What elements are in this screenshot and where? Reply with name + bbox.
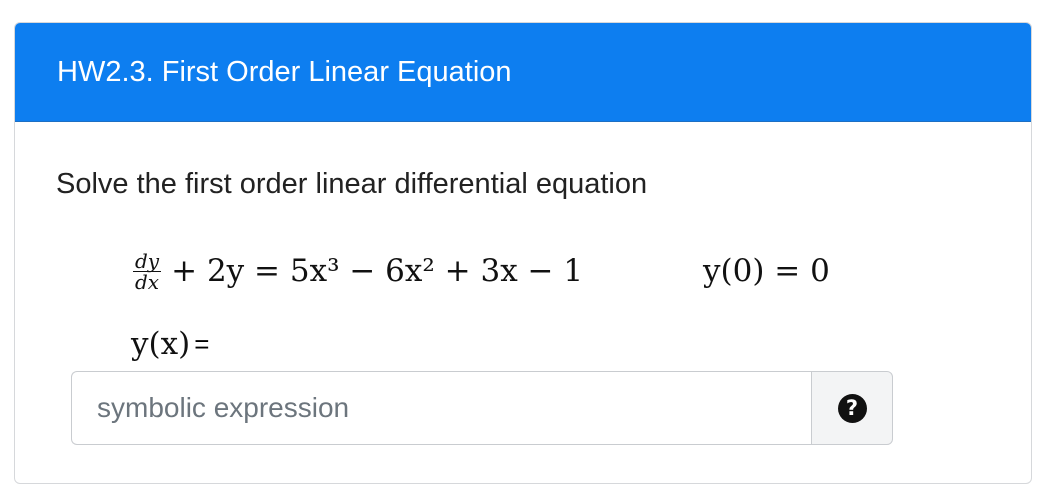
question-body: Solve the first order linear differentia… xyxy=(15,121,1031,483)
fraction-numerator: dy xyxy=(133,248,162,273)
differential-equation: dy dx + 2y = 5x³ − 6x² + 3x − 1 xyxy=(133,240,583,302)
answer-input[interactable] xyxy=(71,371,811,445)
fraction-denominator: dx xyxy=(135,269,160,294)
equation-rhs: + 2y = 5x³ − 6x² + 3x − 1 xyxy=(171,253,584,289)
help-button[interactable]: ? xyxy=(811,371,893,445)
derivative-fraction: dy dx xyxy=(133,248,162,294)
question-prompt: Solve the first order linear differentia… xyxy=(56,168,648,200)
question-title: HW2.3. First Order Linear Equation xyxy=(15,23,1031,121)
answer-input-group: ? xyxy=(71,371,893,445)
question-mark-icon: ? xyxy=(837,393,867,423)
question-card: HW2.3. First Order Linear Equation Solve… xyxy=(14,22,1032,484)
answer-label: y(x) = xyxy=(131,326,209,362)
answer-label-function: y(x) xyxy=(131,326,191,362)
answer-label-equals: = xyxy=(194,328,210,359)
initial-condition: y(0) = 0 xyxy=(703,253,830,289)
